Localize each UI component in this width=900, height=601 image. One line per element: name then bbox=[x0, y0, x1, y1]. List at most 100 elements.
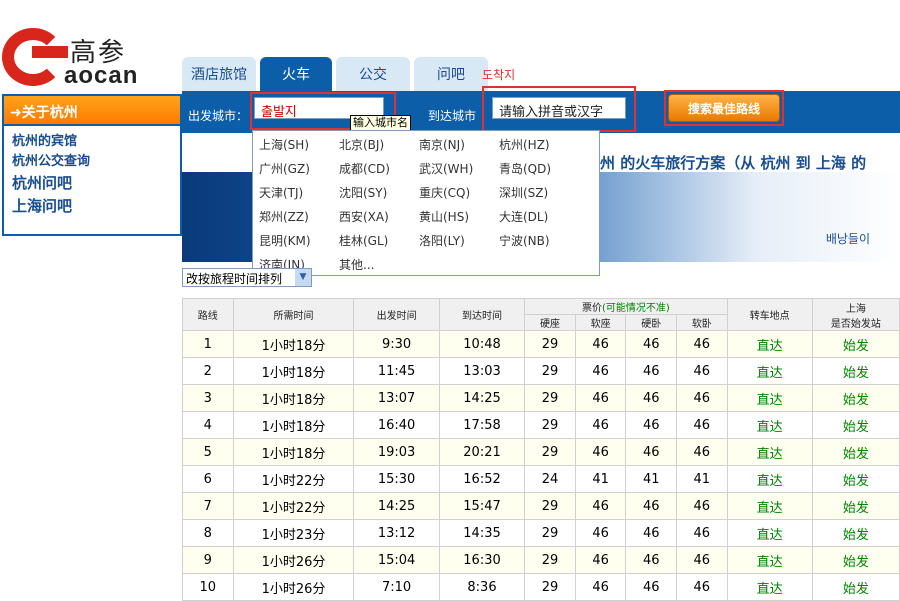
table-cell: 2 bbox=[182, 357, 234, 385]
table-cell: 1小时18分 bbox=[232, 330, 355, 358]
table-cell: 29 bbox=[524, 384, 576, 412]
depart-label: 出发城市： bbox=[188, 109, 249, 123]
table-cell: 13:12 bbox=[353, 519, 440, 547]
city-option[interactable]: 重庆(CQ) bbox=[419, 184, 470, 201]
city-tooltip: 输入城市名 bbox=[350, 115, 411, 131]
table-cell: 4 bbox=[182, 411, 234, 439]
logo-mark-bar bbox=[32, 46, 68, 58]
table-cell[interactable]: 始发 bbox=[811, 492, 900, 520]
table-cell[interactable]: 始发 bbox=[811, 465, 900, 493]
table-cell[interactable]: 直达 bbox=[726, 438, 813, 466]
table-cell: 29 bbox=[524, 519, 576, 547]
table-cell[interactable]: 始发 bbox=[811, 573, 900, 601]
table-cell: 46 bbox=[676, 573, 728, 601]
table-cell: 46 bbox=[625, 492, 678, 520]
plan-title: 州 的火车旅行方案（从 杭州 到 上海 的 bbox=[600, 154, 867, 172]
table-cell[interactable]: 直达 bbox=[726, 573, 813, 601]
sidebar-link-hz-ask[interactable]: 杭州问吧 bbox=[12, 172, 180, 195]
table-cell[interactable]: 直达 bbox=[726, 519, 813, 547]
city-option[interactable]: 昆明(KM) bbox=[259, 232, 311, 249]
table-cell: 1小时23分 bbox=[232, 519, 355, 547]
table-cell: 46 bbox=[574, 546, 627, 574]
table-cell[interactable]: 直达 bbox=[726, 465, 813, 493]
table-cell: 46 bbox=[625, 573, 678, 601]
table-cell: 29 bbox=[524, 330, 576, 358]
table-cell: 46 bbox=[625, 357, 678, 385]
table-cell[interactable]: 始发 bbox=[811, 519, 900, 547]
city-option[interactable]: 郑州(ZZ) bbox=[259, 208, 309, 225]
search-route-button[interactable]: 搜索最佳路线 bbox=[668, 94, 780, 122]
tab-bus[interactable]: 公交 bbox=[336, 57, 410, 91]
table-cell[interactable]: 始发 bbox=[811, 411, 900, 439]
city-option[interactable]: 成都(CD) bbox=[339, 160, 390, 177]
banner-text: 배낭들이 bbox=[825, 232, 870, 246]
sidebar-link-sh-ask[interactable]: 上海问吧 bbox=[12, 195, 180, 218]
city-option[interactable]: 桂林(GL) bbox=[339, 232, 388, 249]
col-header: 路线 bbox=[182, 298, 234, 331]
sidebar-link-bus[interactable]: 杭州公交查询 bbox=[12, 152, 180, 172]
table-cell: 5 bbox=[182, 438, 234, 466]
city-option[interactable]: 黄山(HS) bbox=[419, 208, 469, 225]
table-cell[interactable]: 直达 bbox=[726, 546, 813, 574]
table-cell: 15:30 bbox=[353, 465, 440, 493]
table-cell: 46 bbox=[574, 384, 627, 412]
city-option[interactable]: 西安(XA) bbox=[339, 208, 389, 225]
table-cell[interactable]: 始发 bbox=[811, 357, 900, 385]
table-cell: 1小时22分 bbox=[232, 465, 355, 493]
tab-ask[interactable]: 问吧 bbox=[414, 57, 488, 91]
table-cell: 46 bbox=[625, 384, 678, 412]
city-option[interactable]: 洛阳(LY) bbox=[419, 232, 465, 249]
table-cell[interactable]: 直达 bbox=[726, 492, 813, 520]
table-cell: 8 bbox=[182, 519, 234, 547]
sidebar-link-hotels[interactable]: 杭州的宾馆 bbox=[12, 132, 180, 152]
city-option[interactable]: 广州(GZ) bbox=[259, 160, 310, 177]
city-option[interactable]: 大连(DL) bbox=[499, 208, 548, 225]
city-option[interactable]: 青岛(QD) bbox=[499, 160, 551, 177]
table-cell: 16:30 bbox=[438, 546, 526, 574]
tab-note-annotation: 도착지 bbox=[482, 68, 516, 82]
city-option[interactable]: 沈阳(SY) bbox=[339, 184, 387, 201]
city-option[interactable]: 杭州(HZ) bbox=[499, 136, 550, 153]
table-cell[interactable]: 直达 bbox=[726, 384, 813, 412]
city-option[interactable]: 武汉(WH) bbox=[419, 160, 473, 177]
main-tabs: 酒店旅馆 火车 公交 问吧 bbox=[182, 57, 492, 91]
city-option[interactable]: 宁波(NB) bbox=[499, 232, 550, 249]
table-cell: 14:25 bbox=[353, 492, 440, 520]
sidebar: ➜关于杭州 杭州的宾馆 杭州公交查询 杭州问吧 上海问吧 bbox=[2, 94, 182, 236]
table-cell: 6 bbox=[182, 465, 234, 493]
city-option[interactable]: 上海(SH) bbox=[259, 136, 309, 153]
table-cell: 20:21 bbox=[438, 438, 526, 466]
sort-select[interactable]: 改按旅程时间排列 ▼ bbox=[182, 268, 312, 287]
table-cell[interactable]: 直达 bbox=[726, 411, 813, 439]
table-cell: 10 bbox=[182, 573, 234, 601]
table-cell: 19:03 bbox=[353, 438, 440, 466]
tab-train[interactable]: 火车 bbox=[260, 57, 332, 91]
table-cell: 46 bbox=[625, 438, 678, 466]
table-cell: 46 bbox=[574, 357, 627, 385]
table-cell: 46 bbox=[676, 330, 728, 358]
table-cell[interactable]: 始发 bbox=[811, 546, 900, 574]
table-cell[interactable]: 始发 bbox=[811, 384, 900, 412]
table-cell: 3 bbox=[182, 384, 234, 412]
table-cell: 46 bbox=[625, 411, 678, 439]
table-cell[interactable]: 始发 bbox=[811, 438, 900, 466]
table-cell[interactable]: 始发 bbox=[811, 330, 900, 358]
col-header: 所需时间 bbox=[232, 298, 355, 331]
logo[interactable]: 高参 aocan bbox=[2, 28, 152, 90]
chevron-down-icon[interactable]: ▼ bbox=[295, 269, 311, 286]
table-cell: 46 bbox=[574, 573, 627, 601]
table-row: 9 1小时26分 15:04 16:30 29 46 46 46 直达 始发 bbox=[182, 546, 900, 574]
table-cell: 46 bbox=[574, 519, 627, 547]
table-cell: 16:40 bbox=[353, 411, 440, 439]
table-cell: 9 bbox=[182, 546, 234, 574]
city-option[interactable]: 南京(NJ) bbox=[419, 136, 465, 153]
city-option[interactable]: 天津(TJ) bbox=[259, 184, 303, 201]
table-cell[interactable]: 直达 bbox=[726, 330, 813, 358]
city-option[interactable]: 北京(BJ) bbox=[339, 136, 384, 153]
tab-hotels[interactable]: 酒店旅馆 bbox=[182, 57, 256, 91]
table-cell[interactable]: 直达 bbox=[726, 357, 813, 385]
table-cell: 7:10 bbox=[353, 573, 440, 601]
table-cell: 41 bbox=[574, 465, 627, 493]
city-option[interactable]: 深圳(SZ) bbox=[499, 184, 548, 201]
city-option[interactable]: 其他... bbox=[339, 256, 374, 273]
